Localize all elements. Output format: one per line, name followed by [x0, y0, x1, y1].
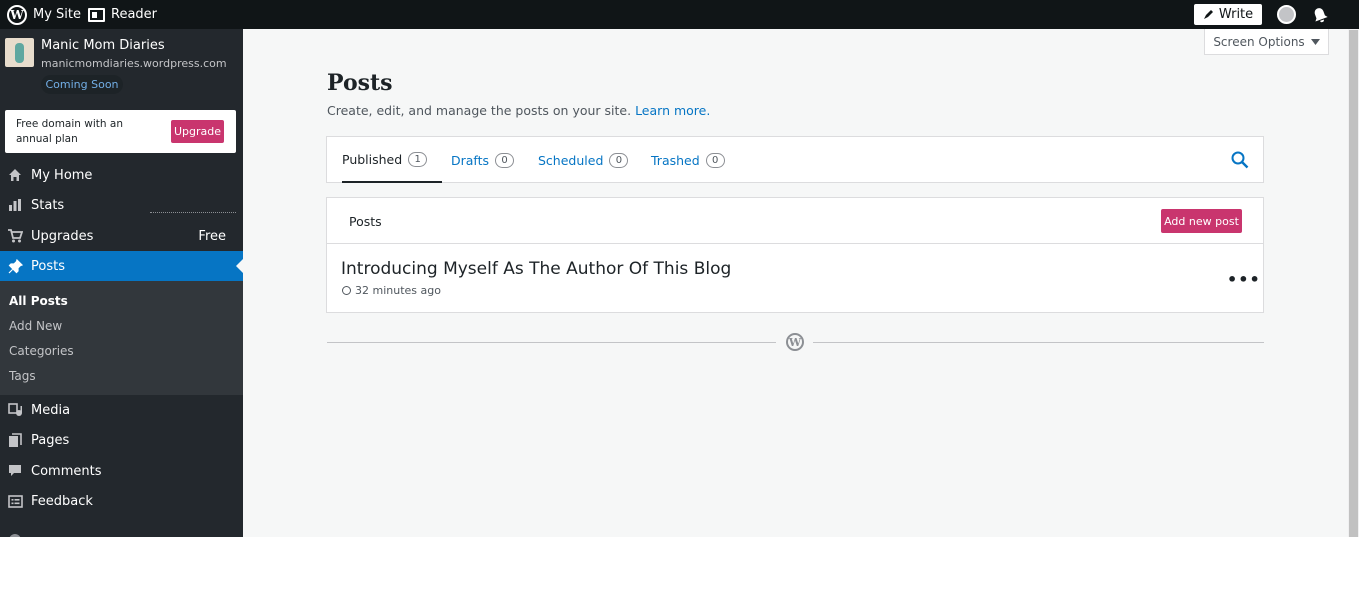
posts-list-heading: Posts — [349, 214, 382, 229]
cart-icon — [6, 227, 24, 245]
sidebar-item-posts[interactable]: Posts — [0, 251, 243, 281]
footer-divider-left — [327, 342, 776, 343]
posts-submenu: All Posts Add New Categories Tags — [0, 281, 243, 395]
learn-more-link[interactable]: Learn more. — [635, 103, 710, 118]
partial-item-icon — [6, 531, 24, 537]
upsell-text: Free domain with an annual plan — [16, 118, 123, 145]
my-site-label: My Site — [33, 7, 82, 22]
scrollbar-thumb[interactable] — [1349, 30, 1358, 537]
notifications-bell-icon[interactable] — [1311, 5, 1329, 24]
sidebar-item-pages[interactable]: Pages — [0, 425, 243, 455]
tab-count: 0 — [495, 152, 515, 168]
bar-chart-icon — [6, 196, 24, 214]
tab-label: Drafts — [451, 152, 490, 168]
write-button[interactable]: Write — [1194, 4, 1262, 25]
add-new-post-button[interactable]: Add new post — [1161, 209, 1242, 233]
stats-sparkline — [150, 212, 236, 213]
site-url[interactable]: manicmomdiaries.wordpress.com — [41, 57, 227, 70]
upgrades-plan-label: Free — [198, 228, 226, 244]
my-site-link[interactable]: W My Site — [7, 0, 81, 29]
tab-label: Trashed — [651, 152, 700, 168]
write-label: Write — [1218, 7, 1254, 22]
sidebar-item-label: Feedback — [31, 493, 93, 509]
user-avatar[interactable] — [1277, 5, 1296, 24]
search-icon[interactable] — [1231, 151, 1249, 169]
tab-scheduled[interactable]: Scheduled 0 — [538, 137, 629, 183]
posts-list-header: Posts Add new post — [327, 198, 1263, 244]
top-bar: W My Site Reader Write — [0, 0, 1359, 29]
screen-options-label: Screen Options — [1213, 34, 1305, 49]
app-window: W My Site Reader Write Manic Mom Diaries… — [0, 0, 1359, 537]
site-name[interactable]: Manic Mom Diaries — [41, 38, 165, 53]
tab-drafts[interactable]: Drafts 0 — [451, 137, 515, 183]
feedback-icon — [6, 492, 24, 510]
screen-options-button[interactable]: Screen Options — [1204, 29, 1329, 55]
sidebar-item-label: Media — [31, 402, 71, 418]
home-icon — [6, 166, 24, 184]
reader-label: Reader — [111, 7, 158, 22]
sidebar-item-media[interactable]: Media — [0, 395, 243, 425]
sidebar-item-label: My Home — [31, 167, 93, 183]
sidebar-item-upgrades[interactable]: Upgrades Free — [0, 221, 243, 251]
reader-link[interactable]: Reader — [88, 0, 157, 29]
sidebar-item-label: Comments — [31, 463, 102, 479]
post-title-link[interactable]: Introducing Myself As The Author Of This… — [341, 259, 731, 279]
tab-count: 0 — [609, 152, 629, 168]
more-actions-icon[interactable]: ••• — [1227, 272, 1260, 288]
comment-icon — [6, 462, 24, 480]
posts-list-card: Posts Add new post Introducing Myself As… — [326, 197, 1264, 313]
tab-trashed[interactable]: Trashed 0 — [651, 137, 725, 183]
sidebar: Manic Mom Diaries manicmomdiaries.wordpr… — [0, 29, 243, 537]
page-subtitle: Create, edit, and manage the posts on yo… — [327, 103, 710, 118]
sidebar-item-partial[interactable] — [0, 525, 243, 537]
tab-count: 0 — [705, 152, 725, 168]
sidebar-item-label: Upgrades — [31, 228, 94, 244]
sidebar-item-my-home[interactable]: My Home — [0, 160, 243, 190]
sidebar-item-comments[interactable]: Comments — [0, 456, 243, 486]
submenu-all-posts[interactable]: All Posts — [9, 294, 68, 308]
sidebar-item-label: Stats — [31, 197, 65, 213]
tab-label: Scheduled — [538, 152, 604, 168]
media-icon — [6, 401, 24, 419]
sidebar-item-feedback[interactable]: Feedback — [0, 486, 243, 516]
sidebar-item-stats[interactable]: Stats — [0, 190, 243, 220]
reader-icon — [88, 7, 105, 22]
post-time: 32 minutes ago — [355, 284, 441, 297]
tab-published[interactable]: Published 1 — [342, 137, 443, 183]
page-title: Posts — [327, 70, 393, 96]
pen-icon — [1203, 10, 1213, 19]
post-status-tabs: Published 1 Drafts 0 Scheduled 0 Trashed… — [326, 136, 1264, 183]
clock-icon — [342, 286, 351, 295]
submenu-categories[interactable]: Categories — [9, 344, 74, 358]
caret-down-icon — [1310, 38, 1320, 45]
coming-soon-badge[interactable]: Coming Soon — [41, 75, 123, 94]
wordpress-logo-icon: W — [7, 4, 27, 25]
page-subtitle-text: Create, edit, and manage the posts on yo… — [327, 103, 632, 118]
tab-count: 1 — [408, 151, 428, 167]
submenu-add-new[interactable]: Add New — [9, 319, 62, 333]
upgrade-button[interactable]: Upgrade — [171, 120, 224, 143]
post-meta: 32 minutes ago — [342, 284, 441, 297]
submenu-tags[interactable]: Tags — [9, 369, 36, 383]
sidebar-item-label: Pages — [31, 432, 70, 448]
upsell-banner: Free domain with an annual plan Upgrade — [5, 110, 236, 153]
pages-icon — [6, 431, 24, 449]
pin-icon — [6, 257, 24, 275]
footer-divider-right — [813, 342, 1264, 343]
sidebar-item-label: Posts — [31, 258, 65, 274]
site-icon[interactable] — [5, 38, 34, 67]
tab-label: Published — [342, 151, 403, 167]
wordpress-footer-logo-icon[interactable]: W — [786, 333, 804, 351]
